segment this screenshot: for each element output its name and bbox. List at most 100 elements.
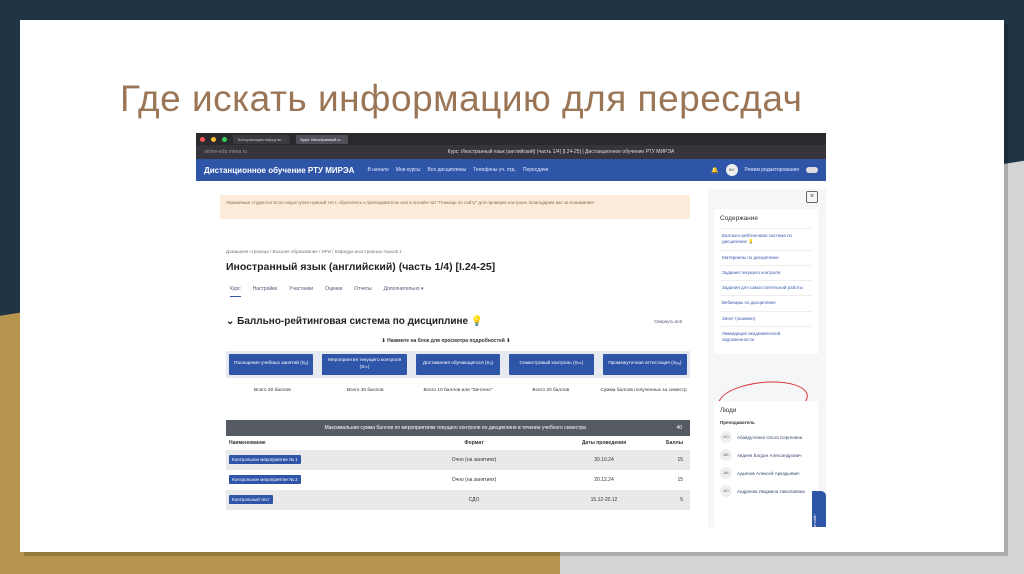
row-points: 15 — [677, 457, 683, 463]
row-dates: 20.12.24 — [594, 477, 614, 483]
contents-item[interactable]: Балльно-рейтинговая система по дисциплин… — [720, 228, 812, 250]
course-tabs: Курс Настройки Участники Оценки Отчеты Д… — [230, 286, 423, 297]
bell-icon[interactable]: 🔔 — [711, 167, 718, 174]
row-name-button[interactable]: Контрольный тест — [229, 495, 273, 504]
person-name: Абайдуллина Ольга Сергеевна — [737, 434, 803, 440]
table-row: Контрольный тест СДО 15.12-20.12 5 — [226, 490, 690, 510]
people-title: Люди — [720, 407, 737, 414]
block-current-control[interactable]: Мероприятия текущего контроля (Sₜₖ) — [322, 354, 407, 375]
total: Всего 10 баллов или "Зачтено" — [423, 388, 493, 393]
right-drawer: × Содержание Балльно-рейтинговая система… — [708, 189, 826, 527]
nav-all-disciplines[interactable]: Все дисциплины — [427, 167, 466, 173]
row-name-button[interactable]: Контрольное мероприятие № 1 — [229, 455, 301, 464]
block-interim-attestation[interactable]: Промежуточная аттестация (Sₚₐ) — [602, 354, 688, 375]
avatar: АБ — [720, 449, 732, 461]
col-format: Формат — [464, 440, 484, 446]
block-semester-control[interactable]: Семестровый контроль (Sₛₖ) — [509, 354, 594, 375]
table-row: Контрольное мероприятие № 1 Очно (на заня… — [226, 450, 690, 470]
total: Всего 30 баллов — [254, 388, 291, 393]
contents-item[interactable]: Задания для самостоятельной работы — [720, 280, 812, 295]
control-table: Максимальная сумма баллов по мероприятия… — [226, 420, 690, 510]
table-header-value: 40 — [676, 425, 682, 431]
table-header-bar: Максимальная сумма баллов по мероприятия… — [226, 420, 690, 436]
avatar[interactable]: ВИ — [725, 164, 738, 176]
tab-grades[interactable]: Оценки — [325, 286, 342, 297]
score-blocks: Посещение учебных занятий (Sₑ) Мероприят… — [226, 351, 690, 378]
row-points: 15 — [677, 477, 683, 483]
nav-home[interactable]: В начало — [367, 167, 388, 173]
person-name: Авдеев Богдан Александрович — [737, 452, 802, 458]
person[interactable]: АЛ Андреева Людмила Николаевна — [720, 485, 812, 497]
avatar: АЛ — [720, 485, 732, 497]
row-name-button[interactable]: Контрольное мероприятие № 2 — [229, 475, 301, 484]
contents-item[interactable]: Зачет (экзамен) — [720, 310, 812, 326]
slide-title: Где искать информацию для пересдач — [120, 78, 803, 119]
tab-settings[interactable]: Настройки — [253, 286, 278, 297]
row-format: Очно (на занятиях) — [451, 477, 497, 483]
tab-reports[interactable]: Отчеты — [354, 286, 371, 297]
nav-retakes[interactable]: Пересдачи — [523, 167, 548, 173]
nav-phones[interactable]: Телефоны уч. отд. — [473, 167, 516, 173]
total: Сумма баллов полученных за семестр — [600, 388, 687, 393]
person[interactable]: АО Абайдуллина Ольга Сергеевна — [720, 431, 812, 443]
browser-screenshot: Консультация перед пе... Курс: Иностранн… — [196, 133, 826, 527]
total: Всего 40 баллов — [346, 388, 384, 393]
page-title: Курс: Иностранный язык (английский) (час… — [447, 149, 675, 155]
browser-tab[interactable]: Консультация перед пе... — [233, 134, 290, 144]
course-title: Иностранный язык (английский) (часть 1/4… — [226, 261, 496, 273]
contents-item[interactable]: Материалы по дисциплине — [720, 249, 812, 265]
contents-panel: Содержание Балльно-рейтинговая система п… — [714, 209, 818, 423]
notice-banner: Уважаемые студенты! Если недоступен нужн… — [220, 195, 690, 219]
table-columns: Наименование Формат Даты проведения Балл… — [226, 436, 690, 450]
table-header-text: Максимальная сумма баллов по мероприятия… — [324, 425, 586, 431]
section-title[interactable]: ⌄ Балльно-рейтинговая система по дисципл… — [226, 316, 483, 327]
breadcrumb[interactable]: Домашняя страница / Высшее образование /… — [226, 249, 402, 254]
close-drawer-button[interactable]: × — [806, 191, 818, 203]
url[interactable]: online-edu.mirea.ru — [204, 149, 304, 155]
person[interactable]: АА Адьянов Алексей Аркадьевич — [720, 467, 812, 479]
row-format: Очно (на занятиях) — [451, 457, 497, 463]
site-logo[interactable]: Дистанционное обучение РТУ МИРЭА — [204, 166, 354, 175]
row-format: СДО — [468, 497, 480, 503]
contents-item[interactable]: Задания текущего контроля — [720, 264, 812, 280]
help-chat-button[interactable]: Мы сейчас онлайн — [812, 491, 826, 527]
contents-item-debt[interactable]: Ликвидация академической задолженности — [720, 326, 812, 348]
col-points: Баллы — [666, 440, 683, 446]
person[interactable]: АБ Авдеев Богдан Александрович — [720, 449, 812, 461]
row-dates: 30.10.24 — [594, 457, 614, 463]
collapse-all-link[interactable]: Свернуть всё — [654, 319, 682, 324]
address-bar[interactable]: online-edu.mirea.ru Курс: Иностранный яз… — [196, 145, 826, 159]
person-name: Адьянов Алексей Аркадьевич — [737, 470, 800, 476]
tab-more[interactable]: Дополнительно ▾ — [384, 286, 424, 297]
row-dates: 15.12-20.12 — [590, 497, 618, 503]
total: Всего 20 баллов — [532, 388, 570, 393]
tab-course[interactable]: Курс — [230, 286, 241, 297]
role-label: Преподаватель — [720, 420, 755, 425]
row-points: 5 — [680, 497, 683, 503]
col-name: Наименование — [229, 440, 266, 446]
col-dates: Даты проведения — [581, 440, 627, 446]
table-body: Контрольное мероприятие № 1 Очно (на заня… — [226, 450, 690, 510]
block-attendance[interactable]: Посещение учебных занятий (Sₑ) — [229, 354, 314, 375]
contents-title: Содержание — [720, 215, 758, 222]
section-title-text: Балльно-рейтинговая система по дисциплин… — [237, 316, 484, 327]
contents-item[interactable]: Вебинары по дисциплине — [720, 295, 812, 310]
hint-text: ⬇ Нажмите на блок для просмотра подробно… — [381, 338, 511, 344]
site-navbar: Дистанционное обучение РТУ МИРЭА В начал… — [196, 159, 826, 181]
block-achievements[interactable]: Достижения обучающегося (Sₒ) — [415, 354, 501, 375]
close-window-icon[interactable] — [200, 136, 205, 142]
edit-mode-label: Режим редактирования — [744, 167, 800, 173]
maximize-icon[interactable] — [222, 136, 227, 142]
avatar: АА — [720, 467, 732, 479]
table-row: Контрольное мероприятие № 2 Очно (на заня… — [226, 470, 690, 490]
edit-mode-toggle[interactable] — [806, 167, 818, 173]
browser-tab-active[interactable]: Курс: Иностранный я... — [295, 134, 348, 144]
minimize-icon[interactable] — [211, 136, 216, 142]
nav-my-courses[interactable]: Мои курсы — [396, 167, 421, 173]
avatar: АО — [720, 431, 732, 443]
browser-tabbar: Консультация перед пе... Курс: Иностранн… — [196, 133, 826, 145]
tab-participants[interactable]: Участники — [289, 286, 313, 297]
person-name: Андреева Людмила Николаевна — [737, 488, 805, 494]
block-totals: Всего 30 баллов Всего 40 баллов Всего 10… — [226, 388, 690, 393]
people-panel: Люди Преподаватель АО Абайдуллина Ольга С… — [714, 401, 818, 527]
